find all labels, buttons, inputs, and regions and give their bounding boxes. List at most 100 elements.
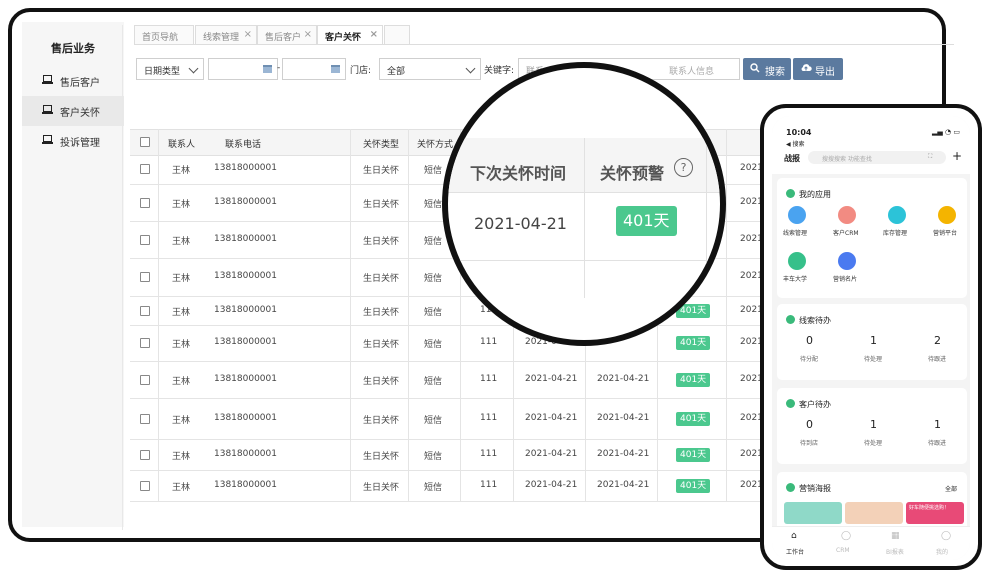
row-checkbox[interactable] bbox=[140, 450, 150, 460]
todo-count[interactable]: 0 bbox=[806, 334, 813, 347]
back-link[interactable]: ◀ 搜索 bbox=[786, 139, 805, 148]
start-date-input[interactable] bbox=[208, 58, 278, 80]
cell-next-care: 2021-04-21 bbox=[597, 449, 650, 459]
leads-dot-icon bbox=[786, 315, 795, 324]
help-icon[interactable]: ? bbox=[674, 158, 693, 177]
cell-count: 111 bbox=[480, 337, 498, 347]
cloud-upload-icon bbox=[800, 63, 812, 76]
row-checkbox[interactable] bbox=[140, 164, 150, 174]
app-icon[interactable] bbox=[838, 206, 856, 224]
row-checkbox[interactable] bbox=[140, 414, 150, 424]
report-tab[interactable]: 战报 bbox=[784, 153, 800, 164]
tab-aftersale-customer[interactable]: 售后客户 × bbox=[257, 25, 317, 45]
search-button[interactable]: 搜索 bbox=[743, 58, 791, 80]
todo-count[interactable]: 1 bbox=[870, 418, 877, 431]
cell-phone: 13818000001 bbox=[214, 305, 277, 315]
app-label: 库存管理 bbox=[883, 230, 908, 237]
sidebar-item-customer-care[interactable]: 客户关怀 bbox=[22, 96, 124, 126]
row-checkbox[interactable] bbox=[140, 272, 150, 282]
store-select[interactable]: 全部 bbox=[379, 58, 481, 80]
bottom-nav: ⌂ 工作台 ◯ CRM ▦ BI报表 ◯ 我的 bbox=[772, 526, 970, 560]
scan-icon[interactable]: ⛶ bbox=[928, 153, 932, 161]
cell-count: 111 bbox=[480, 413, 498, 423]
cell-phone: 13818000001 bbox=[214, 480, 277, 490]
close-icon[interactable]: × bbox=[244, 29, 252, 40]
select-value: 全部 bbox=[387, 67, 406, 77]
app-icon[interactable] bbox=[788, 206, 806, 224]
customer-title: 客户待办 bbox=[799, 400, 831, 409]
tab-home-nav[interactable]: 首页导航 bbox=[134, 25, 194, 45]
cell-count: 111 bbox=[480, 374, 498, 384]
nav-item[interactable]: 我的 bbox=[936, 547, 948, 556]
magnifier-callout: 下次关怀时间 关怀预警 ? 2021-04-21 401天 bbox=[442, 62, 726, 346]
cell-care-method: 短信 bbox=[424, 416, 443, 426]
cell-contact: 王林 bbox=[172, 416, 191, 426]
cell-contact: 王林 bbox=[172, 377, 191, 387]
poster-thumb[interactable] bbox=[784, 502, 842, 524]
magnified-header-next-care: 下次关怀时间 bbox=[470, 164, 567, 183]
cell-count: 111 bbox=[480, 449, 498, 459]
row-checkbox[interactable] bbox=[140, 481, 150, 491]
export-button[interactable]: 导出 bbox=[793, 58, 843, 80]
poster-text: 好车随便挑选购！ bbox=[909, 505, 950, 511]
cell-care-type: 生日关怀 bbox=[363, 200, 400, 210]
date-type-select[interactable]: 日期类型 bbox=[136, 58, 204, 80]
row-checkbox[interactable] bbox=[140, 338, 150, 348]
poster-thumb[interactable]: 好车随便挑选购！ bbox=[906, 502, 964, 524]
todo-count[interactable]: 1 bbox=[870, 334, 877, 347]
tab-customer-care[interactable]: 客户关怀 × bbox=[317, 25, 383, 45]
cell-care-type: 生日关怀 bbox=[363, 308, 400, 318]
close-icon[interactable]: × bbox=[370, 29, 378, 40]
customer-todo-card: 客户待办 0 待到店 1 待处理 1 待跟进 bbox=[777, 388, 967, 464]
poster-dot-icon bbox=[786, 483, 795, 492]
sidebar-item-complaints[interactable]: 投诉管理 bbox=[22, 126, 124, 156]
magnified-next-care-date: 2021-04-21 bbox=[474, 214, 567, 233]
nav-item[interactable]: CRM bbox=[836, 547, 850, 554]
app-icon[interactable] bbox=[888, 206, 906, 224]
todo-label: 待处理 bbox=[864, 440, 883, 447]
cell-next-care: 2021-04-21 bbox=[597, 374, 650, 384]
magnified-divider bbox=[584, 138, 585, 298]
magnified-row-line bbox=[448, 260, 720, 261]
poster-thumb[interactable] bbox=[845, 502, 903, 524]
end-date-input[interactable] bbox=[282, 58, 346, 80]
select-all-checkbox[interactable] bbox=[140, 137, 150, 147]
tab-label: 首页导航 bbox=[142, 33, 179, 43]
app-label: 营销平台 bbox=[933, 230, 958, 237]
cell-phone: 13818000001 bbox=[214, 197, 277, 207]
warning-badge: 401天 bbox=[676, 336, 711, 350]
tab-lead-management[interactable]: 线索管理 × bbox=[195, 25, 257, 45]
app-icon[interactable] bbox=[938, 206, 956, 224]
row-checkbox[interactable] bbox=[140, 198, 150, 208]
close-icon[interactable]: × bbox=[304, 29, 312, 40]
cell-phone: 13818000001 bbox=[214, 374, 277, 384]
cell-next-care: 2021-04-21 bbox=[597, 413, 650, 423]
cell-contact: 王林 bbox=[172, 274, 191, 284]
my-apps-card: 我的应用 线索管理 客户CRM 库存管理 营销平台 丰车大学 营销名片 bbox=[777, 178, 967, 298]
todo-count[interactable]: 0 bbox=[806, 418, 813, 431]
search-icon bbox=[750, 63, 760, 76]
phone-search-input[interactable]: 搜搜搜索 功能查找 ⛶ bbox=[808, 151, 946, 164]
tab-label: 线索管理 bbox=[203, 33, 240, 43]
app-icon[interactable] bbox=[838, 252, 856, 270]
sidebar-item-label: 客户关怀 bbox=[60, 108, 100, 119]
cell-next-care: 2021-04-21 bbox=[597, 480, 650, 490]
todo-count[interactable]: 1 bbox=[934, 418, 941, 431]
tab-label: 客户关怀 bbox=[325, 33, 362, 43]
phone-search-placeholder: 搜搜搜索 功能查找 bbox=[822, 156, 872, 163]
add-icon[interactable]: + bbox=[952, 149, 962, 163]
status-icons: ▂▄ ◔ ▭ bbox=[932, 128, 960, 136]
cell-care-type: 生日关怀 bbox=[363, 452, 400, 462]
todo-count[interactable]: 2 bbox=[934, 334, 941, 347]
sidebar-item-aftersale-customer[interactable]: 售后客户 bbox=[22, 66, 124, 96]
cell-last-care: 2021-04-21 bbox=[525, 449, 578, 459]
tab-empty[interactable] bbox=[384, 25, 410, 45]
todo-label: 待到店 bbox=[800, 440, 819, 447]
row-checkbox[interactable] bbox=[140, 235, 150, 245]
row-checkbox[interactable] bbox=[140, 375, 150, 385]
poster-all-link[interactable]: 全部 bbox=[945, 484, 957, 493]
nav-item[interactable]: BI报表 bbox=[886, 547, 904, 556]
nav-item[interactable]: 工作台 bbox=[786, 547, 804, 556]
app-icon[interactable] bbox=[788, 252, 806, 270]
row-checkbox[interactable] bbox=[140, 306, 150, 316]
